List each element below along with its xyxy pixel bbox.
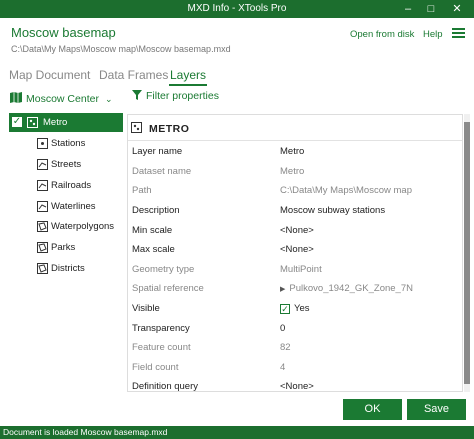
polygon-layer-icon bbox=[37, 263, 48, 274]
layer-label: Railroads bbox=[51, 180, 92, 191]
layer-label: Stations bbox=[51, 138, 86, 149]
property-value[interactable]: <None> bbox=[280, 244, 314, 255]
tab-map-document[interactable]: Map Document bbox=[9, 68, 90, 82]
filter-label: Filter properties bbox=[146, 90, 219, 102]
chevron-down-icon: ⌄ bbox=[104, 94, 113, 104]
property-value: MultiPoint bbox=[280, 264, 322, 275]
property-key: Spatial reference bbox=[132, 283, 204, 294]
property-value: 4 bbox=[280, 362, 286, 373]
layer-item-stations[interactable]: Stations bbox=[9, 134, 123, 153]
property-row-definition-query[interactable]: Definition query <None> bbox=[128, 377, 462, 392]
point-layer-icon bbox=[27, 117, 38, 128]
property-key: Feature count bbox=[132, 342, 191, 353]
layer-label: Districts bbox=[51, 263, 85, 274]
layer-item-parks[interactable]: Parks bbox=[9, 238, 123, 257]
property-value[interactable]: ▶ Pulkovo_1942_GK_Zone_7N bbox=[280, 283, 413, 294]
property-row-geometry-type: Geometry type MultiPoint bbox=[128, 260, 462, 279]
menu-icon[interactable] bbox=[452, 28, 465, 39]
tab-data-frames[interactable]: Data Frames bbox=[99, 68, 168, 82]
property-row-max-scale[interactable]: Max scale <None> bbox=[128, 240, 462, 259]
line-layer-icon bbox=[37, 180, 48, 191]
layer-label: Waterlines bbox=[51, 201, 96, 212]
filter-icon bbox=[132, 90, 142, 100]
properties-header: METRO bbox=[128, 115, 462, 141]
property-row-layer-name[interactable]: Layer name Metro bbox=[128, 142, 462, 161]
property-row-description[interactable]: Description Moscow subway stations bbox=[128, 201, 462, 220]
properties-panel: METRO Layer name Metro Dataset name Metr… bbox=[127, 114, 463, 392]
layer-item-waterpolygons[interactable]: Waterpolygons bbox=[9, 217, 123, 236]
close-icon[interactable]: ✕ bbox=[446, 0, 468, 18]
property-row-feature-count: Feature count 82 bbox=[128, 338, 462, 357]
layer-label: Parks bbox=[51, 242, 76, 253]
tab-layers[interactable]: Layers bbox=[170, 68, 206, 82]
expand-arrow-icon[interactable]: ▶ bbox=[280, 286, 285, 293]
status-bar: Document is loaded Moscow basemap.mxd bbox=[0, 426, 474, 439]
layer-item-streets[interactable]: Streets bbox=[9, 155, 123, 174]
layer-label: Streets bbox=[51, 159, 82, 170]
property-value[interactable]: Moscow subway stations bbox=[280, 205, 385, 216]
properties-title: METRO bbox=[149, 123, 190, 135]
point-layer-icon bbox=[131, 122, 142, 133]
property-row-field-count: Field count 4 bbox=[128, 358, 462, 377]
polygon-layer-icon bbox=[37, 221, 48, 232]
property-row-path: Path C:\Data\My Maps\Moscow map bbox=[128, 181, 462, 200]
property-key: Min scale bbox=[132, 225, 173, 236]
dataframe-selector[interactable]: Moscow Center ⌄ bbox=[10, 92, 113, 105]
property-row-min-scale[interactable]: Min scale <None> bbox=[128, 221, 462, 240]
property-row-dataset-name: Dataset name Metro bbox=[128, 162, 462, 181]
layer-label: Metro bbox=[43, 117, 68, 128]
property-key: Path bbox=[132, 185, 152, 196]
property-value[interactable]: 0 bbox=[280, 323, 285, 334]
property-row-visible[interactable]: Visible ✓ Yes bbox=[128, 299, 462, 318]
point-layer-icon bbox=[37, 138, 48, 149]
property-key: Layer name bbox=[132, 146, 183, 157]
property-value[interactable]: Metro bbox=[280, 146, 304, 157]
visible-checkbox[interactable]: ✓ bbox=[280, 304, 290, 314]
document-name: Moscow basemap bbox=[11, 25, 116, 40]
property-row-transparency[interactable]: Transparency 0 bbox=[128, 319, 462, 338]
open-from-disk-link[interactable]: Open from disk bbox=[350, 29, 414, 40]
property-key: Visible bbox=[132, 303, 160, 314]
layer-visibility-checkbox[interactable]: ✓ bbox=[11, 116, 23, 128]
map-icon bbox=[10, 92, 22, 103]
help-link[interactable]: Help bbox=[423, 29, 443, 40]
property-key: Geometry type bbox=[132, 264, 195, 275]
minimize-icon[interactable]: – bbox=[397, 0, 419, 18]
layer-item-waterlines[interactable]: Waterlines bbox=[9, 197, 123, 216]
line-layer-icon bbox=[37, 159, 48, 170]
layer-item-railroads[interactable]: Railroads bbox=[9, 176, 123, 195]
dataframe-name: Moscow Center bbox=[26, 93, 99, 105]
property-key: Field count bbox=[132, 362, 179, 373]
scrollbar-thumb[interactable] bbox=[464, 122, 470, 384]
ok-button[interactable]: OK bbox=[343, 399, 402, 420]
polygon-layer-icon bbox=[37, 242, 48, 253]
layer-item-districts[interactable]: Districts bbox=[9, 259, 123, 278]
line-layer-icon bbox=[37, 201, 48, 212]
property-key: Definition query bbox=[132, 381, 199, 392]
property-row-spatial-reference[interactable]: Spatial reference ▶ Pulkovo_1942_GK_Zone_… bbox=[128, 279, 462, 298]
property-value: Metro bbox=[280, 166, 305, 177]
title-bar: MXD Info - XTools Pro – □ ✕ bbox=[0, 0, 474, 18]
property-value[interactable]: ✓ Yes bbox=[280, 303, 310, 314]
property-value[interactable]: <None> bbox=[280, 225, 314, 236]
document-path: C:\Data\My Maps\Moscow map\Moscow basema… bbox=[11, 44, 231, 54]
property-value: 82 bbox=[280, 342, 291, 353]
property-key: Description bbox=[132, 205, 180, 216]
active-tab-indicator bbox=[169, 84, 207, 86]
filter-properties-button[interactable]: Filter properties bbox=[132, 90, 219, 102]
save-button[interactable]: Save bbox=[407, 399, 466, 420]
property-value: C:\Data\My Maps\Moscow map bbox=[280, 185, 412, 196]
layer-item-metro[interactable]: ✓ Metro bbox=[9, 113, 123, 132]
maximize-icon[interactable]: □ bbox=[420, 0, 442, 18]
status-text: Document is loaded Moscow basemap.mxd bbox=[3, 427, 168, 437]
property-key: Transparency bbox=[132, 323, 190, 334]
property-key: Max scale bbox=[132, 244, 175, 255]
properties-scrollbar[interactable] bbox=[464, 114, 470, 392]
layer-label: Waterpolygons bbox=[51, 221, 115, 232]
property-key: Dataset name bbox=[132, 166, 192, 177]
property-value[interactable]: <None> bbox=[280, 381, 314, 391]
